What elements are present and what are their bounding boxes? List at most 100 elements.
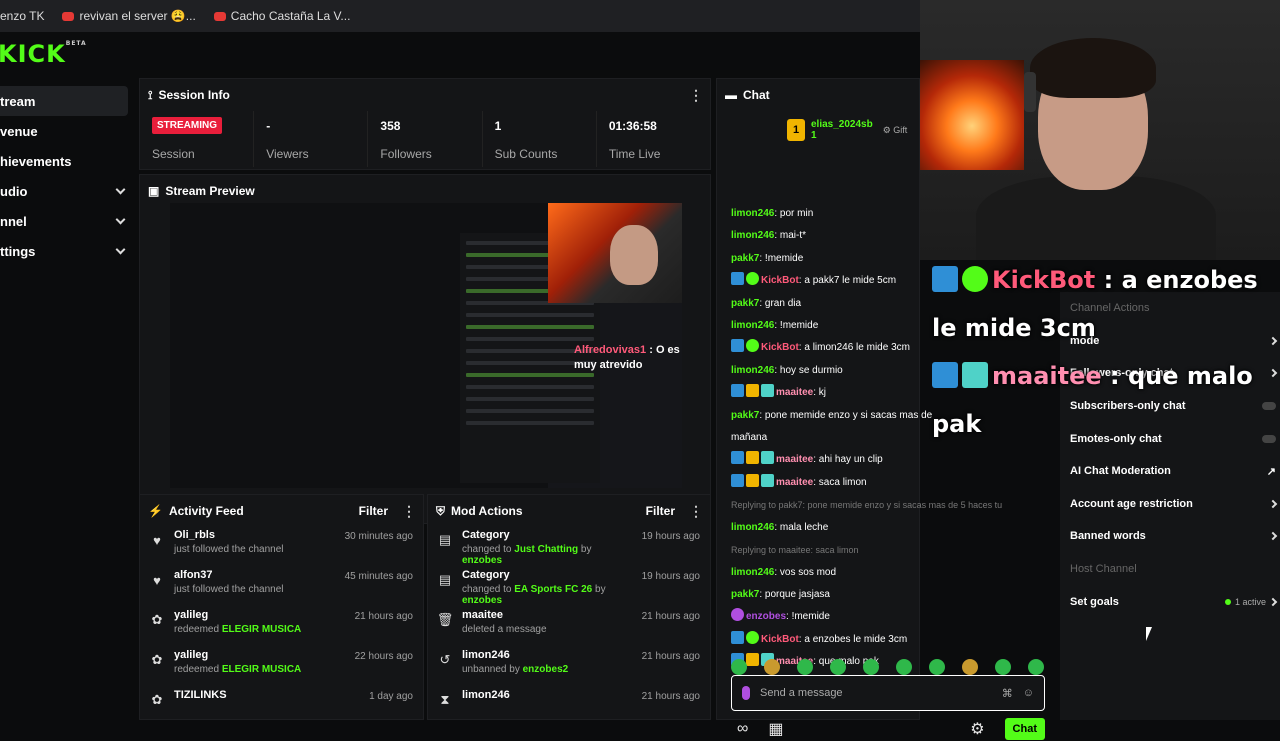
chat-text: : !memide	[786, 611, 830, 623]
chat-username[interactable]: limon246	[731, 208, 774, 219]
control-host-channel[interactable]: Host Channel	[1060, 553, 1280, 586]
chat-username[interactable]: KickBot	[761, 342, 799, 353]
send-chat-button[interactable]: Chat	[1004, 718, 1045, 740]
chat-text: : hoy se durmio	[774, 364, 843, 376]
chat-message: limon246: mala leche	[731, 517, 921, 539]
mod-target[interactable]: limon246	[462, 689, 632, 701]
kick-logo[interactable]: KICKBETA	[0, 40, 87, 68]
chat-username[interactable]: KickBot	[761, 275, 799, 286]
external-link-icon[interactable]: ↗	[1267, 465, 1276, 478]
mod-badge-icon	[932, 362, 958, 388]
emote-icon[interactable]	[863, 659, 879, 675]
mod-target[interactable]: Category	[462, 569, 632, 581]
chevron-right-icon[interactable]	[1268, 532, 1278, 541]
ver-badge-icon	[746, 272, 759, 286]
mod-target[interactable]: limon246	[462, 649, 632, 661]
bookmark-cacho[interactable]: Cacho Castaña La V...	[213, 9, 350, 23]
emote-icon[interactable]	[962, 659, 978, 675]
control-label: Set goals	[1070, 595, 1119, 608]
sidebar-item[interactable]: tream	[0, 86, 128, 116]
feed-row: ♥ Oli_rbls just followed the channel 30 min…	[140, 527, 423, 567]
control-ai-chat-moderation[interactable]: AI Chat Moderation ↗	[1060, 455, 1280, 488]
lightning-icon: ⚡	[148, 504, 163, 518]
chat-username[interactable]: limon246	[731, 567, 774, 578]
category-icon: ▤	[438, 532, 452, 547]
emote-icon[interactable]	[764, 659, 780, 675]
mod-desc-part: changed to	[462, 544, 515, 555]
feed-reward: ELEGIR MUSICA	[221, 624, 302, 635]
chevron-down-icon[interactable]	[115, 244, 126, 254]
stream-preview-video[interactable]: Alfredovivas1 : O es muy atrevido	[170, 203, 682, 488]
emote-icon[interactable]	[797, 659, 813, 675]
chat-panel: ▬ Chat 1 elias_2024sb 1 ⚙ Gift limon246: p…	[716, 78, 1045, 740]
command-icon[interactable]: ⌘	[1002, 687, 1013, 700]
chevron-down-icon[interactable]	[115, 214, 126, 224]
bookmark-enzo[interactable]: enzo TK	[0, 9, 44, 23]
chevron-down-icon[interactable]	[115, 184, 126, 194]
chat-username[interactable]: limon246	[731, 320, 774, 331]
store-icon[interactable]: ▦	[768, 719, 783, 739]
stat-sub-counts: 1 Sub Counts	[483, 111, 597, 167]
emote-icon[interactable]	[1028, 659, 1044, 675]
feed-user[interactable]: yalileg	[174, 609, 345, 621]
chevron-right-icon[interactable]	[1268, 499, 1278, 509]
mod-badge-icon	[932, 266, 958, 292]
chat-username[interactable]: pakk7	[731, 410, 759, 421]
chat-username[interactable]: limon246	[731, 365, 774, 376]
mod-target[interactable]: maaitee	[462, 609, 632, 621]
chat-username[interactable]: maaitee	[776, 387, 813, 398]
chat-input[interactable]: Send a message ⌘ ☺	[731, 675, 1045, 711]
mod-target[interactable]: Category	[462, 529, 632, 541]
gear-icon[interactable]: ⚙	[970, 719, 984, 739]
filter-button[interactable]: Filter	[359, 504, 388, 518]
panel-title: Mod Actions	[451, 504, 523, 518]
more-icon[interactable]: ⋮	[689, 87, 703, 104]
feed-user[interactable]: yalileg	[174, 649, 345, 661]
chevron-right-icon[interactable]	[1268, 597, 1278, 606]
mod-time: 21 hours ago	[641, 691, 700, 702]
active-count: 1 active	[1234, 596, 1266, 607]
emoji-icon[interactable]: ☺	[1023, 687, 1034, 699]
points-icon[interactable]: ∞	[737, 720, 748, 738]
feed-user[interactable]: TIZILINKS	[174, 689, 359, 701]
chat-username[interactable]: limon246	[731, 230, 774, 241]
chat-username[interactable]: pakk7	[731, 253, 759, 264]
youtube-icon	[213, 11, 226, 21]
emote-icon[interactable]	[731, 659, 747, 675]
chat-username[interactable]: enzobes	[746, 611, 786, 622]
more-icon[interactable]: ⋮	[402, 503, 416, 520]
sidebar-item[interactable]: hievements	[0, 146, 132, 176]
mod-desc: changed to EA Sports FC 26 by enzobes	[462, 584, 632, 606]
more-icon[interactable]: ⋮	[689, 503, 703, 520]
ver-badge-icon	[746, 339, 759, 353]
mod-time: 21 hours ago	[641, 611, 700, 622]
mic-icon	[742, 686, 750, 700]
sidebar-item[interactable]: ttings	[0, 236, 132, 266]
sidebar-item[interactable]: udio	[0, 176, 132, 206]
chat-text: : por min	[774, 208, 814, 219]
chat-username[interactable]: pakk7	[731, 589, 759, 600]
mod-desc-part: changed to	[462, 584, 515, 595]
feed-user[interactable]: alfon37	[174, 569, 335, 581]
top-gifter[interactable]: 1 elias_2024sb 1 ⚙ Gift	[787, 119, 907, 141]
control-banned-words[interactable]: Banned words	[1060, 520, 1280, 553]
filter-button[interactable]: Filter	[646, 504, 675, 518]
feed-desc: just followed the channel	[174, 544, 335, 555]
chat-username[interactable]: maaitee	[776, 454, 813, 465]
control-set-goals[interactable]: Set goals 1 active	[1060, 585, 1280, 618]
chat-username[interactable]: KickBot	[761, 634, 799, 645]
sidebar-item[interactable]: venue	[0, 116, 132, 146]
bookmark-revivan[interactable]: revivan el server 😩...	[62, 9, 196, 23]
emote-icon[interactable]	[929, 659, 945, 675]
emote-icon[interactable]	[995, 659, 1011, 675]
sidebar-item[interactable]: nnel	[0, 206, 132, 236]
chat-username[interactable]: limon246	[731, 522, 774, 533]
emote-icon[interactable]	[830, 659, 846, 675]
control-account-age-restriction[interactable]: Account age restriction	[1060, 488, 1280, 521]
chat-username[interactable]: maaitee	[776, 477, 813, 488]
emote-icon[interactable]	[896, 659, 912, 675]
chat-username[interactable]: pakk7	[731, 298, 759, 309]
mod-desc: changed to Just Chatting by enzobes	[462, 544, 632, 566]
feed-time: 30 minutes ago	[344, 531, 413, 542]
feed-user[interactable]: Oli_rbls	[174, 529, 335, 541]
